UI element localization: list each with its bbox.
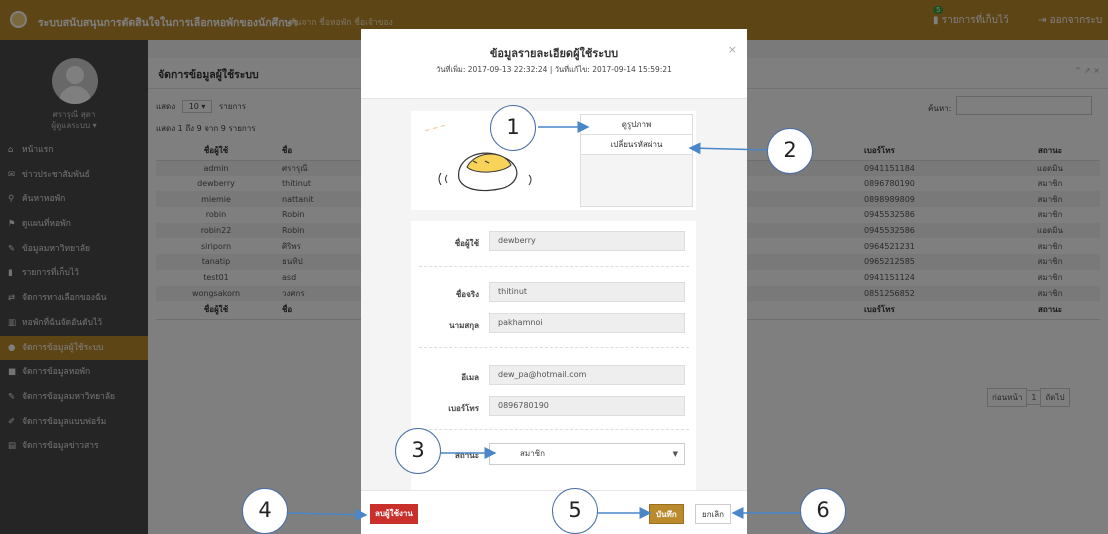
phone-row: เบอร์โทร 0896780190 (411, 396, 696, 416)
modal-subtitle: วันที่เพิ่ม: 2017-09-13 22:32:24 | วันที… (436, 65, 672, 74)
email-field[interactable]: dew_pa@hotmail.com (489, 365, 685, 385)
lastname-row: นามสกุล pakhamnoi (411, 313, 696, 333)
delete-user-button[interactable]: ลบผู้ใช้งาน (370, 504, 418, 524)
chevron-down-icon: ▼ (672, 450, 678, 458)
email-row: อีเมล dew_pa@hotmail.com (411, 365, 696, 385)
user-form: ชื่อผู้ใช้ dewberry ชื่อจริง thitinut นา… (411, 221, 696, 491)
view-photo-button[interactable]: ดูรูปภาพ (581, 115, 692, 135)
callout-1: 1 (490, 105, 536, 151)
phone-field[interactable]: 0896780190 (489, 396, 685, 416)
modal-title: ข้อมูลรายละเอียดผู้ใช้ระบบ (489, 47, 619, 60)
callout-4: 4 (242, 488, 288, 534)
photo-section: ~ ~ ~ ดูรูปภาพ เปลี่ยนรหัสผ่าน (411, 111, 696, 210)
username-label: ชื่อผู้ใช้ (454, 239, 479, 248)
phone-label: เบอร์โทร (448, 404, 479, 413)
close-icon[interactable]: × (728, 43, 737, 56)
email-label: อีเมล (461, 373, 479, 382)
cancel-button[interactable]: ยกเลิก (695, 504, 732, 524)
firstname-row: ชื่อจริง thitinut (411, 282, 696, 302)
username-row: ชื่อผู้ใช้ dewberry (411, 231, 696, 251)
change-password-button[interactable]: เปลี่ยนรหัสผ่าน (581, 135, 692, 155)
status-select[interactable]: สมาชิก ▼ (489, 443, 685, 465)
firstname-field[interactable]: thitinut (489, 282, 685, 302)
form-divider (419, 347, 689, 348)
status-value: สมาชิก (520, 449, 545, 458)
lastname-label: นามสกุล (449, 321, 479, 330)
status-row: สถานะ สมาชิก ▼ (411, 443, 696, 465)
save-button[interactable]: บันทึก (649, 504, 684, 524)
callout-5: 5 (552, 488, 598, 534)
photo-actions: ดูรูปภาพ เปลี่ยนรหัสผ่าน (580, 114, 693, 207)
form-divider (419, 266, 689, 267)
callout-2: 2 (767, 128, 813, 174)
callout-3: 3 (395, 428, 441, 474)
form-divider (419, 429, 689, 430)
username-field[interactable]: dewberry (489, 231, 685, 251)
lastname-field[interactable]: pakhamnoi (489, 313, 685, 333)
firstname-label: ชื่อจริง (455, 290, 479, 299)
callout-6: 6 (800, 488, 846, 534)
